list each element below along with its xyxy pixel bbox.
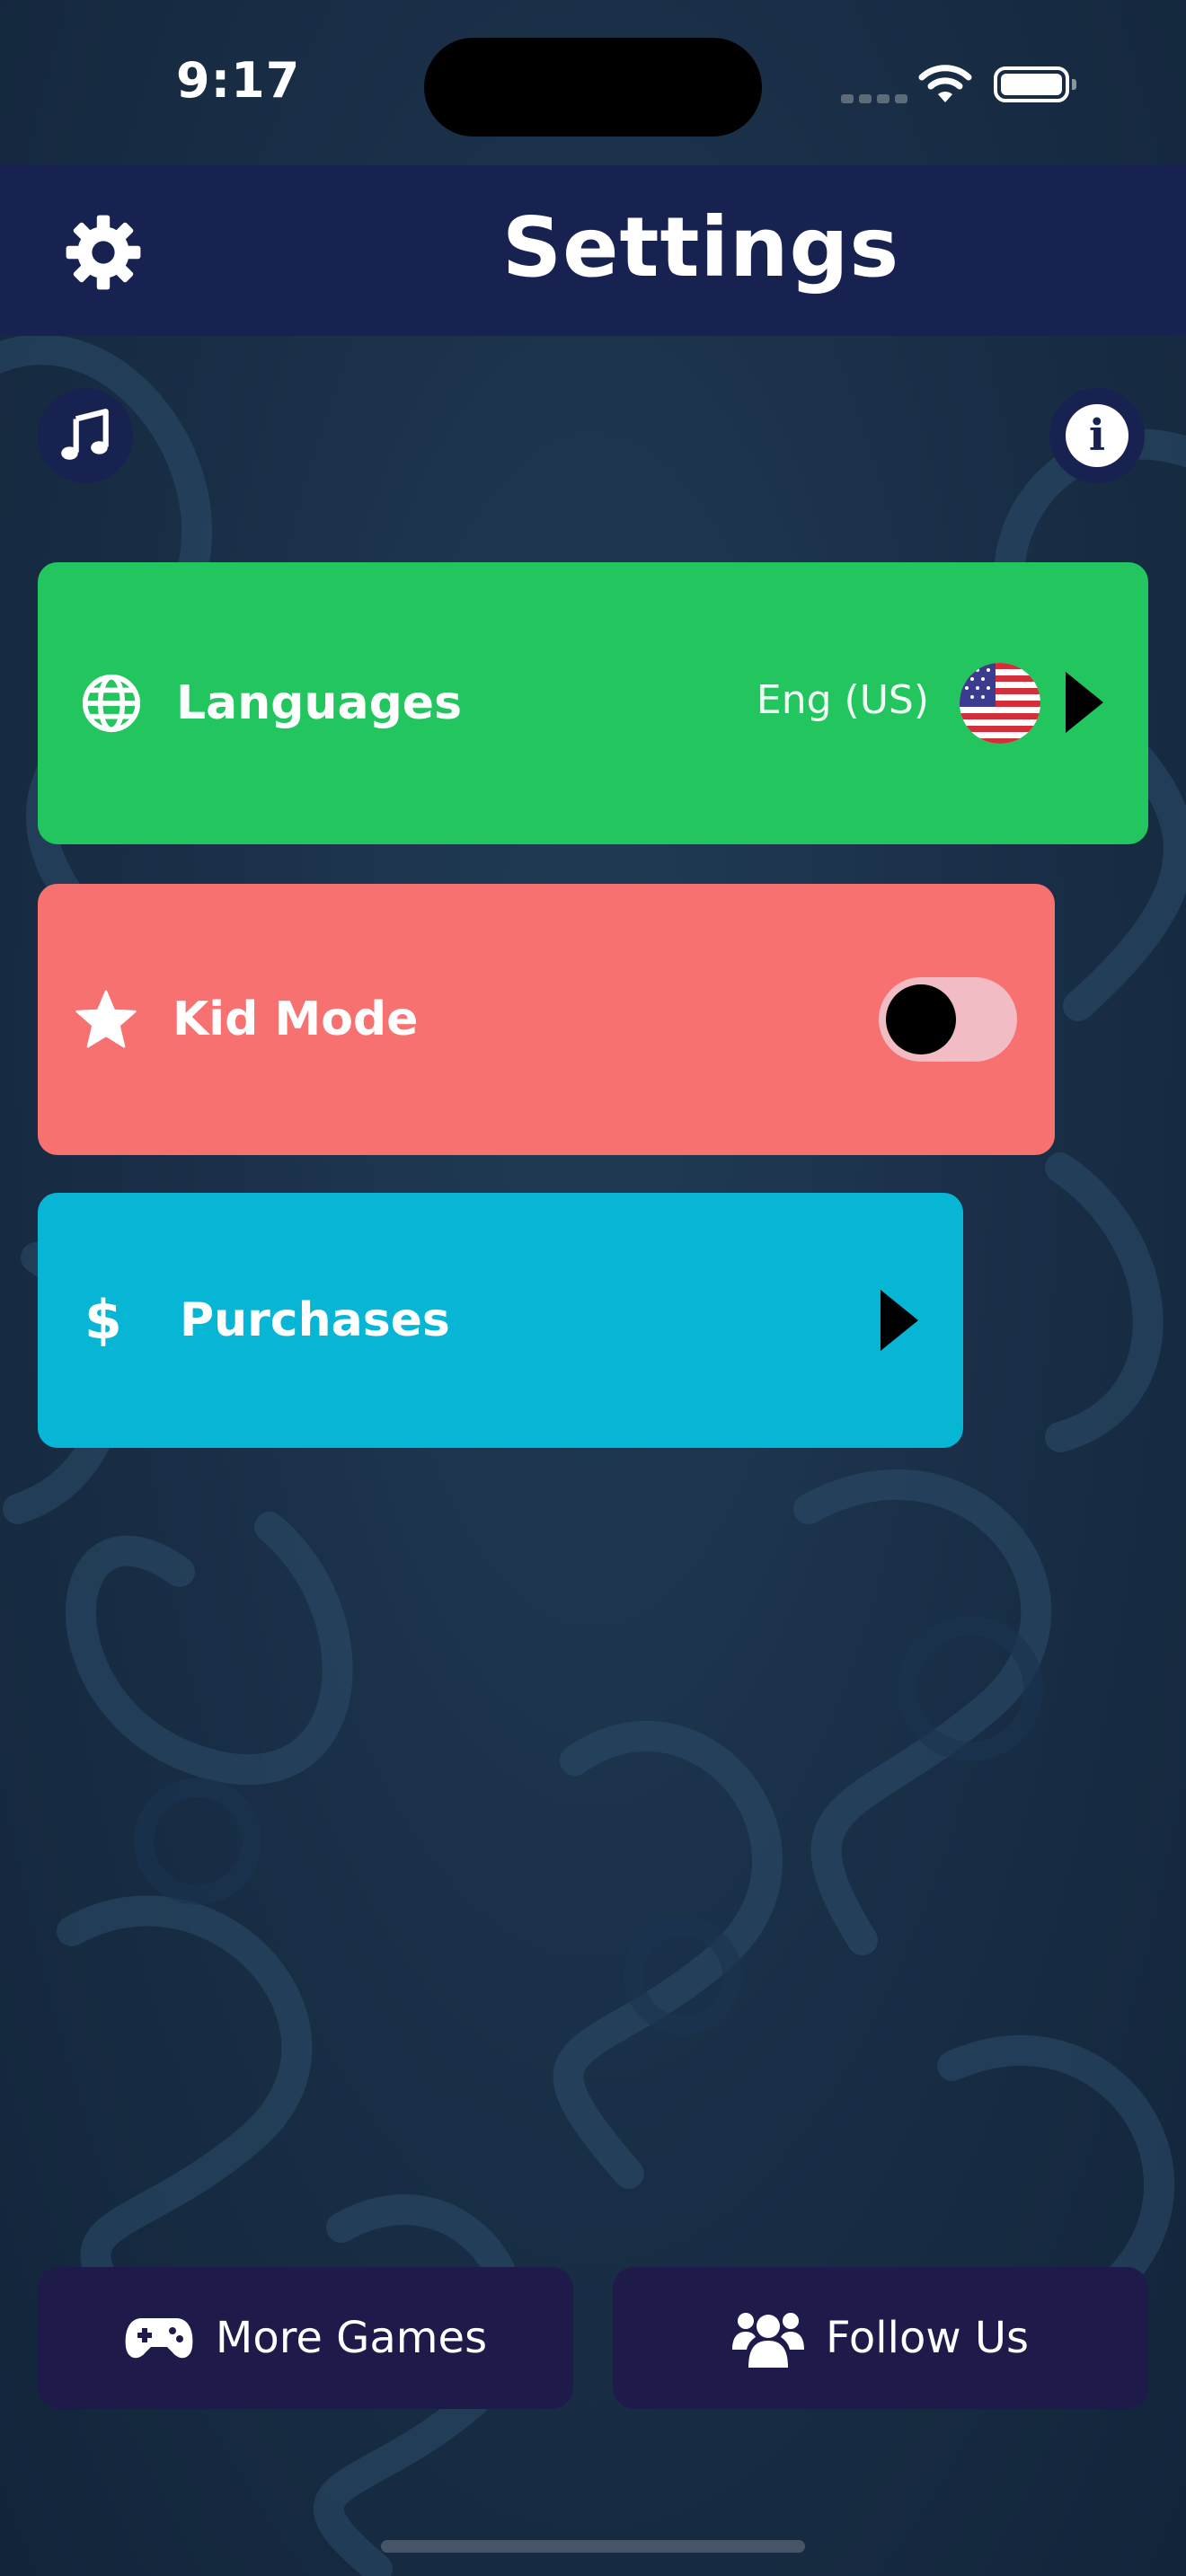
battery-icon [994, 66, 1076, 102]
languages-arrow-icon [1066, 672, 1103, 733]
info-button[interactable]: i [1049, 388, 1145, 483]
languages-label: Languages [176, 676, 463, 730]
language-value: Eng (US) [756, 677, 929, 723]
follow-us-label: Follow Us [826, 2313, 1029, 2363]
purchases-card[interactable]: $ Purchases [38, 1193, 963, 1448]
users-icon [732, 2313, 805, 2368]
gamepad-icon [125, 2318, 193, 2359]
toggle-knob [886, 984, 956, 1054]
wifi-icon [918, 65, 972, 102]
languages-card[interactable]: Languages Eng (US) [38, 562, 1148, 844]
follow-us-button[interactable]: Follow Us [613, 2267, 1148, 2409]
purchases-label: Purchases [180, 1293, 450, 1347]
music-button[interactable] [38, 388, 133, 483]
page-title: Settings [501, 199, 900, 296]
us-flag-icon [960, 663, 1040, 744]
kid-mode-label: Kid Mode [173, 992, 419, 1046]
status-time: 9:17 [176, 52, 301, 109]
kid-mode-toggle[interactable] [879, 977, 1017, 1062]
home-indicator [381, 2540, 805, 2553]
kid-mode-card: Kid Mode [38, 884, 1055, 1155]
purchases-arrow-icon [881, 1290, 918, 1351]
more-games-button[interactable]: More Games [38, 2267, 573, 2409]
cellular-signal-icon [841, 90, 913, 107]
star-icon [75, 990, 137, 1048]
dynamic-island [424, 38, 762, 137]
info-icon: i [1066, 404, 1128, 467]
more-games-label: More Games [215, 2313, 488, 2363]
globe-icon [82, 674, 141, 733]
music-note-icon [61, 409, 109, 460]
dollar-icon: $ [84, 1289, 122, 1352]
